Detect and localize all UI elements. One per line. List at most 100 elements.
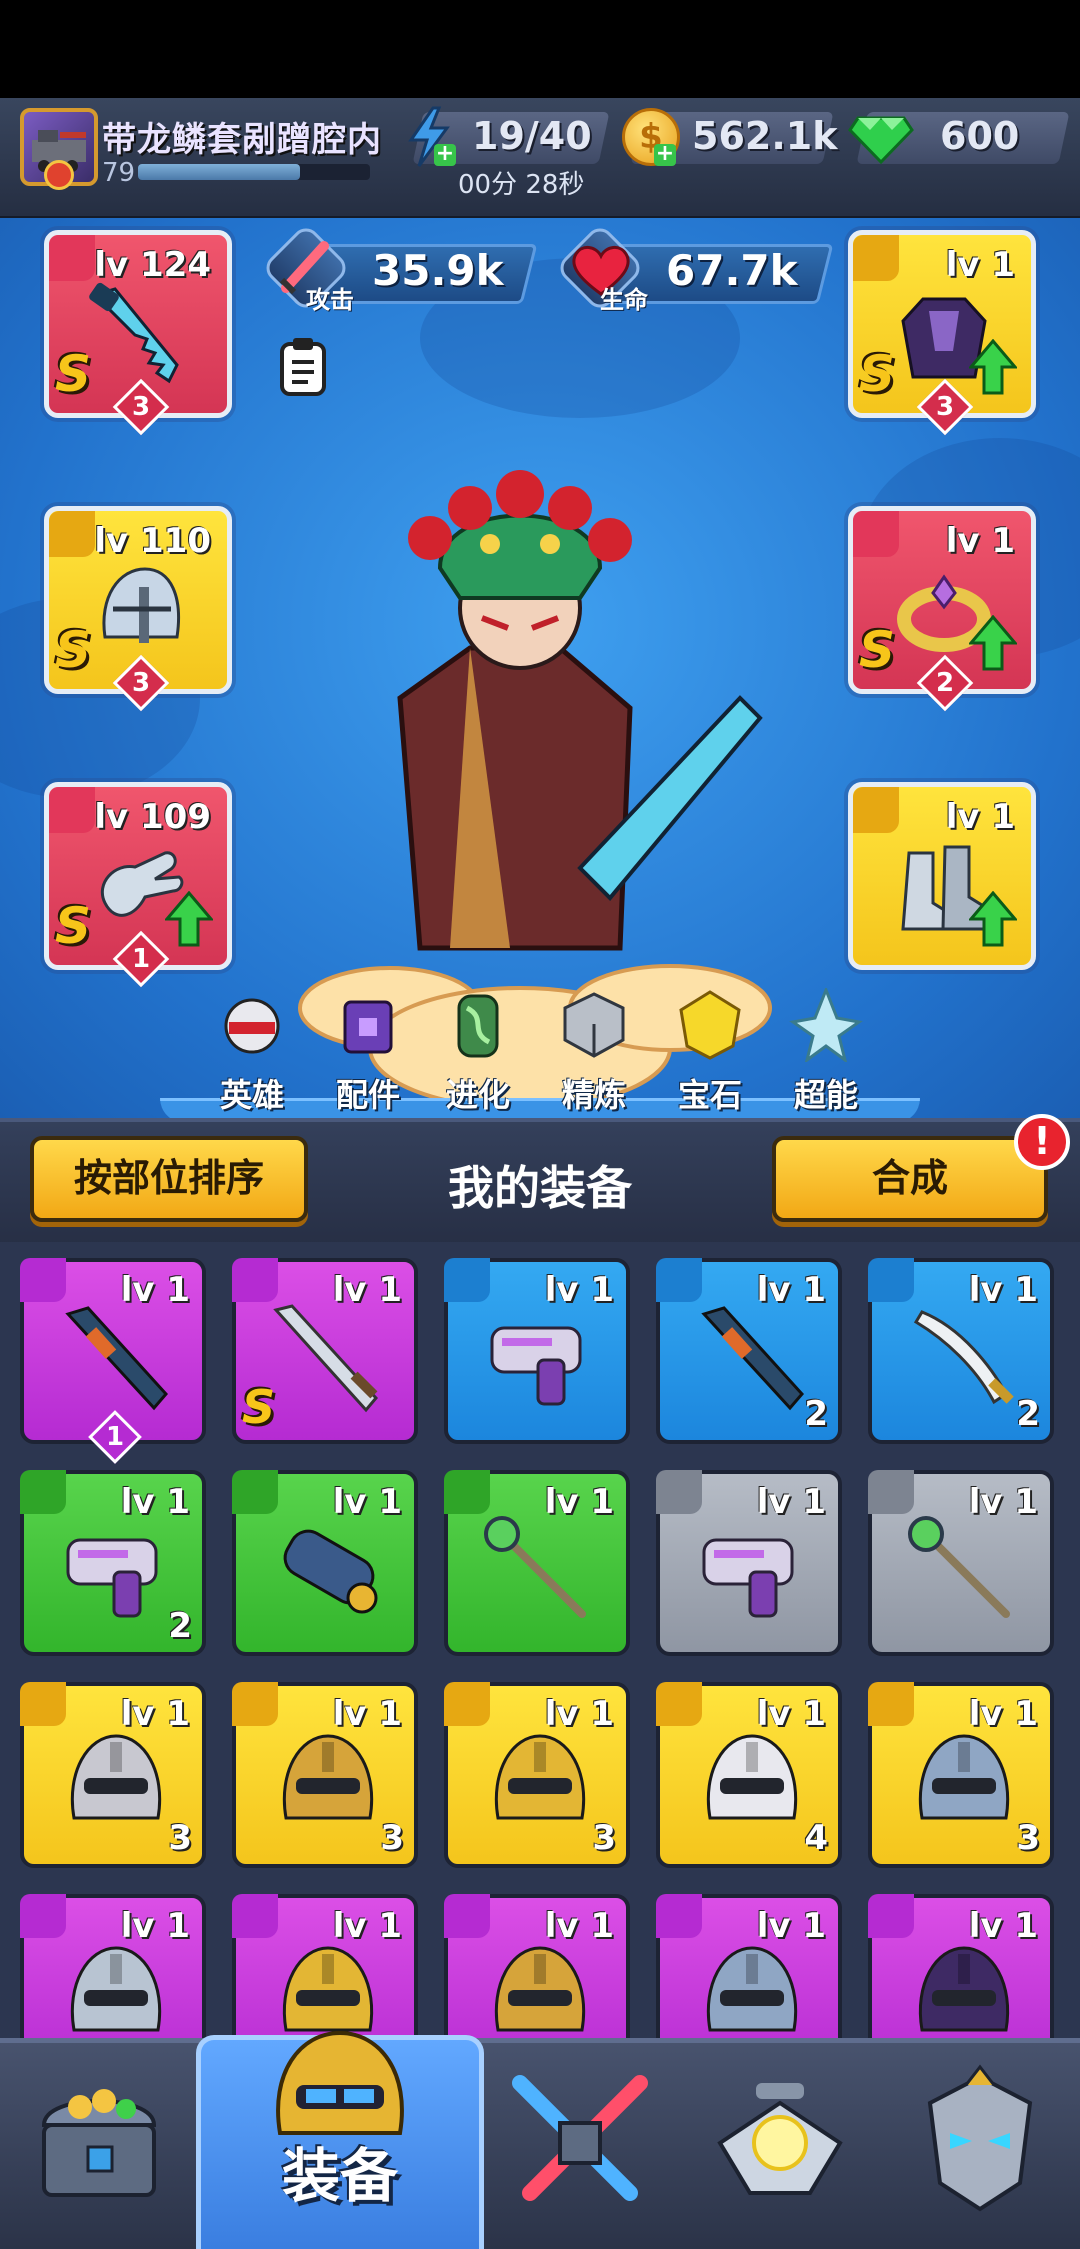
slot-level: lv 110 xyxy=(94,521,211,561)
inventory-item[interactable]: lv 12 xyxy=(20,1470,206,1656)
item-count: 2 xyxy=(804,1394,828,1434)
accessory-icon xyxy=(343,1000,393,1054)
item-category-icon xyxy=(656,1470,702,1514)
nav-shop[interactable] xyxy=(0,2063,200,2243)
tab-label: 宝石 xyxy=(677,1076,742,1114)
equip-slot-armor[interactable]: lv 1 S 3 xyxy=(848,230,1036,436)
item-category-icon xyxy=(232,1470,278,1514)
inventory-item[interactable]: lv 1 xyxy=(444,1470,630,1656)
player-level: 79 xyxy=(102,158,136,188)
tab-label: 精炼 xyxy=(561,1076,626,1114)
item-count: 3 xyxy=(168,1818,192,1858)
item-count: 3 xyxy=(380,1818,404,1858)
blaster-icon xyxy=(66,1538,158,1618)
nav-battle[interactable] xyxy=(480,2063,680,2243)
ring-category-icon xyxy=(853,511,899,557)
gem-icon xyxy=(679,990,741,1060)
inventory-item[interactable]: lv 14 xyxy=(656,1682,842,1868)
nav-spaceship[interactable] xyxy=(680,2063,880,2243)
inventory-item[interactable]: lv 13 xyxy=(868,1682,1054,1868)
upgrade-arrow-icon xyxy=(969,891,1017,947)
equip-slot-helmet[interactable]: lv 110 S 3 xyxy=(44,506,232,712)
item-category-icon xyxy=(868,1470,914,1514)
merge-button[interactable]: 合成 xyxy=(772,1136,1048,1222)
inventory-item[interactable]: lv 1 xyxy=(868,1894,1054,2038)
helmet-icon xyxy=(70,1946,162,2032)
equip-slot-gloves[interactable]: lv 109 S 1 xyxy=(44,782,232,988)
tab-superpower[interactable]: 超能 xyxy=(778,985,874,1118)
player-name: 带龙鳞套剐蹭腔内 xyxy=(102,120,382,160)
equip-slot-boots[interactable]: lv 1 xyxy=(848,782,1036,970)
energy-value: 19/40 xyxy=(472,114,592,158)
item-category-icon xyxy=(20,1258,66,1302)
item-category-icon xyxy=(868,1894,914,1938)
inventory-item[interactable]: lv 1 xyxy=(444,1258,630,1444)
energy-timer: 00分 28秒 xyxy=(458,170,585,200)
nav-equipment[interactable]: 装备 xyxy=(240,2023,440,2210)
inventory-item[interactable]: lv 12 xyxy=(868,1258,1054,1444)
bottom-nav: 装备 xyxy=(0,2030,1080,2249)
clipboard-icon[interactable] xyxy=(278,336,328,396)
inventory-item[interactable]: lv 13 xyxy=(232,1682,418,1868)
xp-bar-fill xyxy=(138,164,301,180)
tab-accessory[interactable]: 配件 xyxy=(320,988,416,1118)
merge-alert-badge: ! xyxy=(1014,1114,1070,1170)
slot-level: lv 1 xyxy=(945,797,1015,837)
helmet-icon xyxy=(706,1946,798,2032)
item-count: 2 xyxy=(168,1606,192,1646)
tab-refine[interactable]: 精炼 xyxy=(546,988,642,1118)
slot-level: lv 1 xyxy=(945,521,1015,561)
treasure-chest-icon xyxy=(41,2089,157,2197)
inventory-item[interactable]: lv 12 xyxy=(656,1258,842,1444)
item-count: 2 xyxy=(1016,1394,1040,1434)
grade-badge: S xyxy=(55,897,92,955)
tab-evolve[interactable]: 进化 xyxy=(430,988,526,1118)
slot-level: lv 124 xyxy=(94,245,211,285)
inventory-item[interactable]: lv 1 xyxy=(232,1470,418,1656)
energy-plus-icon[interactable]: + xyxy=(434,143,456,166)
slot-level: lv 1 xyxy=(945,245,1015,285)
inventory-item[interactable]: lv 1S xyxy=(232,1258,418,1444)
attack-label: 攻击 xyxy=(306,286,354,314)
inventory-item[interactable]: lv 1 xyxy=(232,1894,418,2038)
equip-slot-ring[interactable]: lv 1 S 2 xyxy=(848,506,1036,712)
helmet-icon xyxy=(706,1734,798,1820)
helmet-icon xyxy=(494,1734,586,1820)
item-count: 3 xyxy=(592,1818,616,1858)
helmet-icon xyxy=(918,1734,1010,1820)
inventory-item[interactable]: lv 11 xyxy=(20,1258,206,1464)
helmet-icon xyxy=(282,1734,374,1820)
staff-icon xyxy=(908,1516,1010,1618)
inventory-item[interactable]: lv 1 xyxy=(444,1894,630,2038)
nav-mask[interactable] xyxy=(880,2063,1080,2243)
item-category-icon xyxy=(656,1894,702,1938)
helmet-category-icon xyxy=(49,511,95,557)
inventory-item[interactable]: lv 1 xyxy=(20,1894,206,2038)
equip-slot-weapon[interactable]: lv 124 S 3 xyxy=(44,230,232,436)
emerald-icon xyxy=(848,116,914,164)
crossed-swords-icon xyxy=(512,2075,648,2201)
armored-mask-icon xyxy=(927,2064,1033,2212)
upgrade-arrow-icon xyxy=(969,339,1017,395)
bat-icon xyxy=(65,1306,168,1411)
inventory-item[interactable]: lv 1 xyxy=(656,1470,842,1656)
helmet-icon xyxy=(70,1734,162,1820)
inventory-item[interactable]: lv 1 xyxy=(868,1470,1054,1656)
coins-plus-icon[interactable]: + xyxy=(654,143,676,166)
tab-gem[interactable]: 宝石 xyxy=(662,988,758,1118)
superpower-icon xyxy=(789,985,863,1064)
status-bar xyxy=(0,0,1080,98)
item-category-icon xyxy=(444,1470,490,1514)
item-category-icon xyxy=(232,1682,278,1726)
item-category-icon xyxy=(444,1682,490,1726)
item-category-icon xyxy=(232,1258,278,1302)
item-category-icon xyxy=(20,1682,66,1726)
inventory-item[interactable]: lv 13 xyxy=(20,1682,206,1868)
inventory-item[interactable]: lv 13 xyxy=(444,1682,630,1868)
scimitar-icon xyxy=(913,1310,1014,1405)
xp-bar xyxy=(138,164,370,180)
inventory-item[interactable]: lv 1 xyxy=(656,1894,842,2038)
item-category-icon xyxy=(444,1894,490,1938)
blaster-icon xyxy=(702,1538,794,1618)
tab-hero[interactable]: 英雄 xyxy=(204,988,300,1118)
